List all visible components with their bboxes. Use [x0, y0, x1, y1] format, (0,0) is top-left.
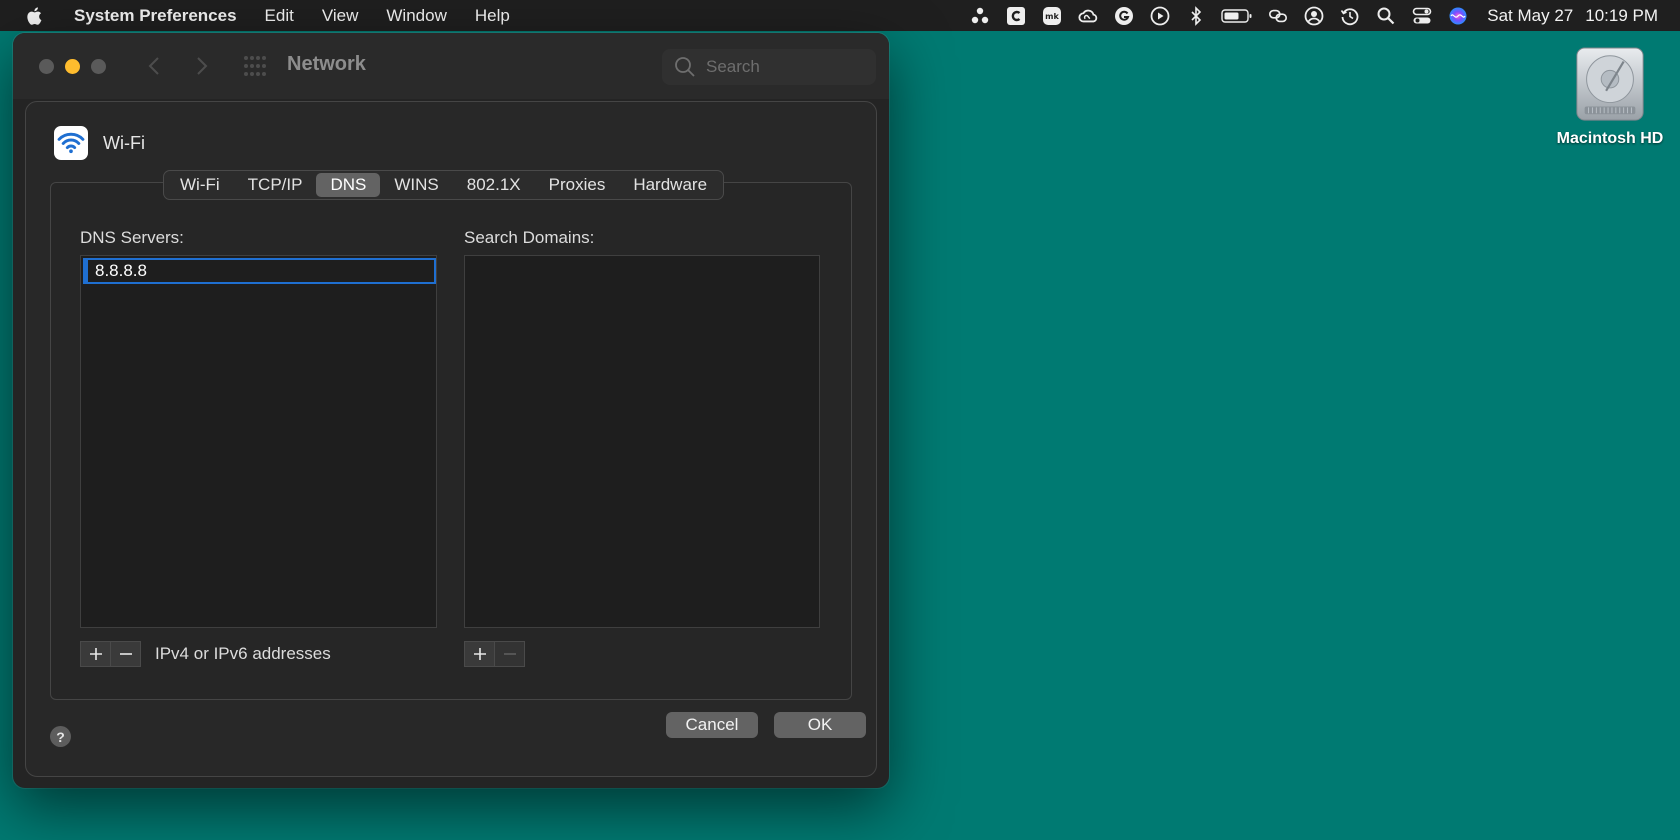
- search-domains-list[interactable]: [464, 255, 820, 628]
- menu-time: 10:19 PM: [1585, 5, 1658, 25]
- tab-proxies[interactable]: Proxies: [535, 173, 620, 197]
- tab-8021x[interactable]: 802.1X: [453, 173, 535, 197]
- dns-server-input[interactable]: [93, 260, 397, 282]
- siri-icon[interactable]: [1447, 5, 1469, 27]
- grammarly-icon[interactable]: [1113, 5, 1135, 27]
- help-button[interactable]: ?: [50, 726, 71, 747]
- add-dns-button[interactable]: [81, 642, 110, 666]
- spotlight-icon[interactable]: [1375, 5, 1397, 27]
- minimize-button[interactable]: [65, 59, 80, 74]
- c-app-icon[interactable]: [1005, 5, 1027, 27]
- chevron-right-icon: [197, 57, 208, 75]
- search-input[interactable]: [704, 56, 858, 78]
- search-icon: [674, 56, 696, 78]
- hard-drive-icon: [1576, 47, 1644, 121]
- control-center-icon[interactable]: [1411, 5, 1433, 27]
- tab-content: DNS Servers: Search Domains: IPv4 or IPv…: [50, 182, 852, 700]
- remove-domain-button[interactable]: [494, 642, 524, 666]
- cancel-button[interactable]: Cancel: [666, 712, 758, 738]
- play-icon[interactable]: [1149, 5, 1171, 27]
- menu-bar: System Preferences Edit View Window Help…: [0, 0, 1680, 31]
- dns-add-remove: [80, 641, 141, 667]
- domains-add-remove: [464, 641, 525, 667]
- menu-window[interactable]: Window: [386, 6, 446, 26]
- user-icon[interactable]: [1303, 5, 1325, 27]
- back-button[interactable]: [143, 53, 165, 79]
- close-button[interactable]: [39, 59, 54, 74]
- plus-icon: [89, 648, 102, 660]
- chevron-left-icon: [148, 57, 159, 75]
- tab-wifi[interactable]: Wi-Fi: [166, 173, 234, 197]
- mk-app-icon[interactable]: mk: [1041, 5, 1063, 27]
- zoom-button[interactable]: [91, 59, 106, 74]
- tab-hardware[interactable]: Hardware: [619, 173, 721, 197]
- svg-text:mk: mk: [1045, 12, 1059, 21]
- apple-menu-icon[interactable]: [26, 5, 46, 27]
- plus-icon: [473, 648, 486, 660]
- advanced-sheet: Wi-Fi DNS Servers: Search Domains: IPv4 …: [25, 101, 877, 777]
- bluetooth-icon[interactable]: [1185, 5, 1207, 27]
- tab-dns[interactable]: DNS: [316, 173, 381, 197]
- screen-mirroring-icon[interactable]: [1267, 5, 1289, 27]
- dns-servers-label: DNS Servers:: [80, 228, 184, 247]
- menu-edit[interactable]: Edit: [265, 6, 294, 26]
- minus-icon: [503, 653, 516, 655]
- tab-bar: Wi-Fi TCP/IP DNS WINS 802.1X Proxies Har…: [163, 170, 725, 200]
- dots-icon[interactable]: [969, 5, 991, 27]
- ok-button[interactable]: OK: [774, 712, 866, 738]
- service-name: Wi-Fi: [103, 133, 145, 153]
- dns-server-row[interactable]: [83, 258, 436, 284]
- desktop-macintosh-hd[interactable]: Macintosh HD: [1542, 46, 1678, 166]
- minus-icon: [119, 653, 132, 655]
- menu-view[interactable]: View: [322, 6, 359, 26]
- search-field[interactable]: [662, 49, 876, 85]
- show-all-grid-icon[interactable]: [243, 55, 267, 77]
- menu-app-name[interactable]: System Preferences: [74, 6, 237, 26]
- dns-hint: IPv4 or IPv6 addresses: [155, 644, 331, 663]
- remove-dns-button[interactable]: [110, 642, 140, 666]
- wifi-icon: [54, 126, 88, 160]
- time-machine-icon[interactable]: [1339, 5, 1361, 27]
- search-domains-label: Search Domains:: [464, 228, 595, 247]
- title-bar: Network: [13, 33, 889, 99]
- tab-tcpip[interactable]: TCP/IP: [234, 173, 317, 197]
- tab-wins[interactable]: WINS: [380, 173, 452, 197]
- desktop-icon-label: Macintosh HD: [1556, 130, 1664, 147]
- menu-date: Sat May 27: [1487, 5, 1574, 25]
- window-title: Network: [287, 53, 366, 75]
- network-window: Network Wi-Fi DNS Servers:: [13, 33, 889, 788]
- status-area: mk Sat May 27 10:19 PM: [955, 0, 1658, 31]
- battery-icon[interactable]: [1221, 5, 1253, 27]
- menu-help[interactable]: Help: [475, 6, 510, 26]
- menu-clock[interactable]: Sat May 27 10:19 PM: [1487, 6, 1658, 26]
- creative-cloud-icon[interactable]: [1077, 5, 1099, 27]
- forward-button[interactable]: [191, 53, 213, 79]
- dns-servers-list[interactable]: [80, 255, 437, 628]
- add-domain-button[interactable]: [465, 642, 494, 666]
